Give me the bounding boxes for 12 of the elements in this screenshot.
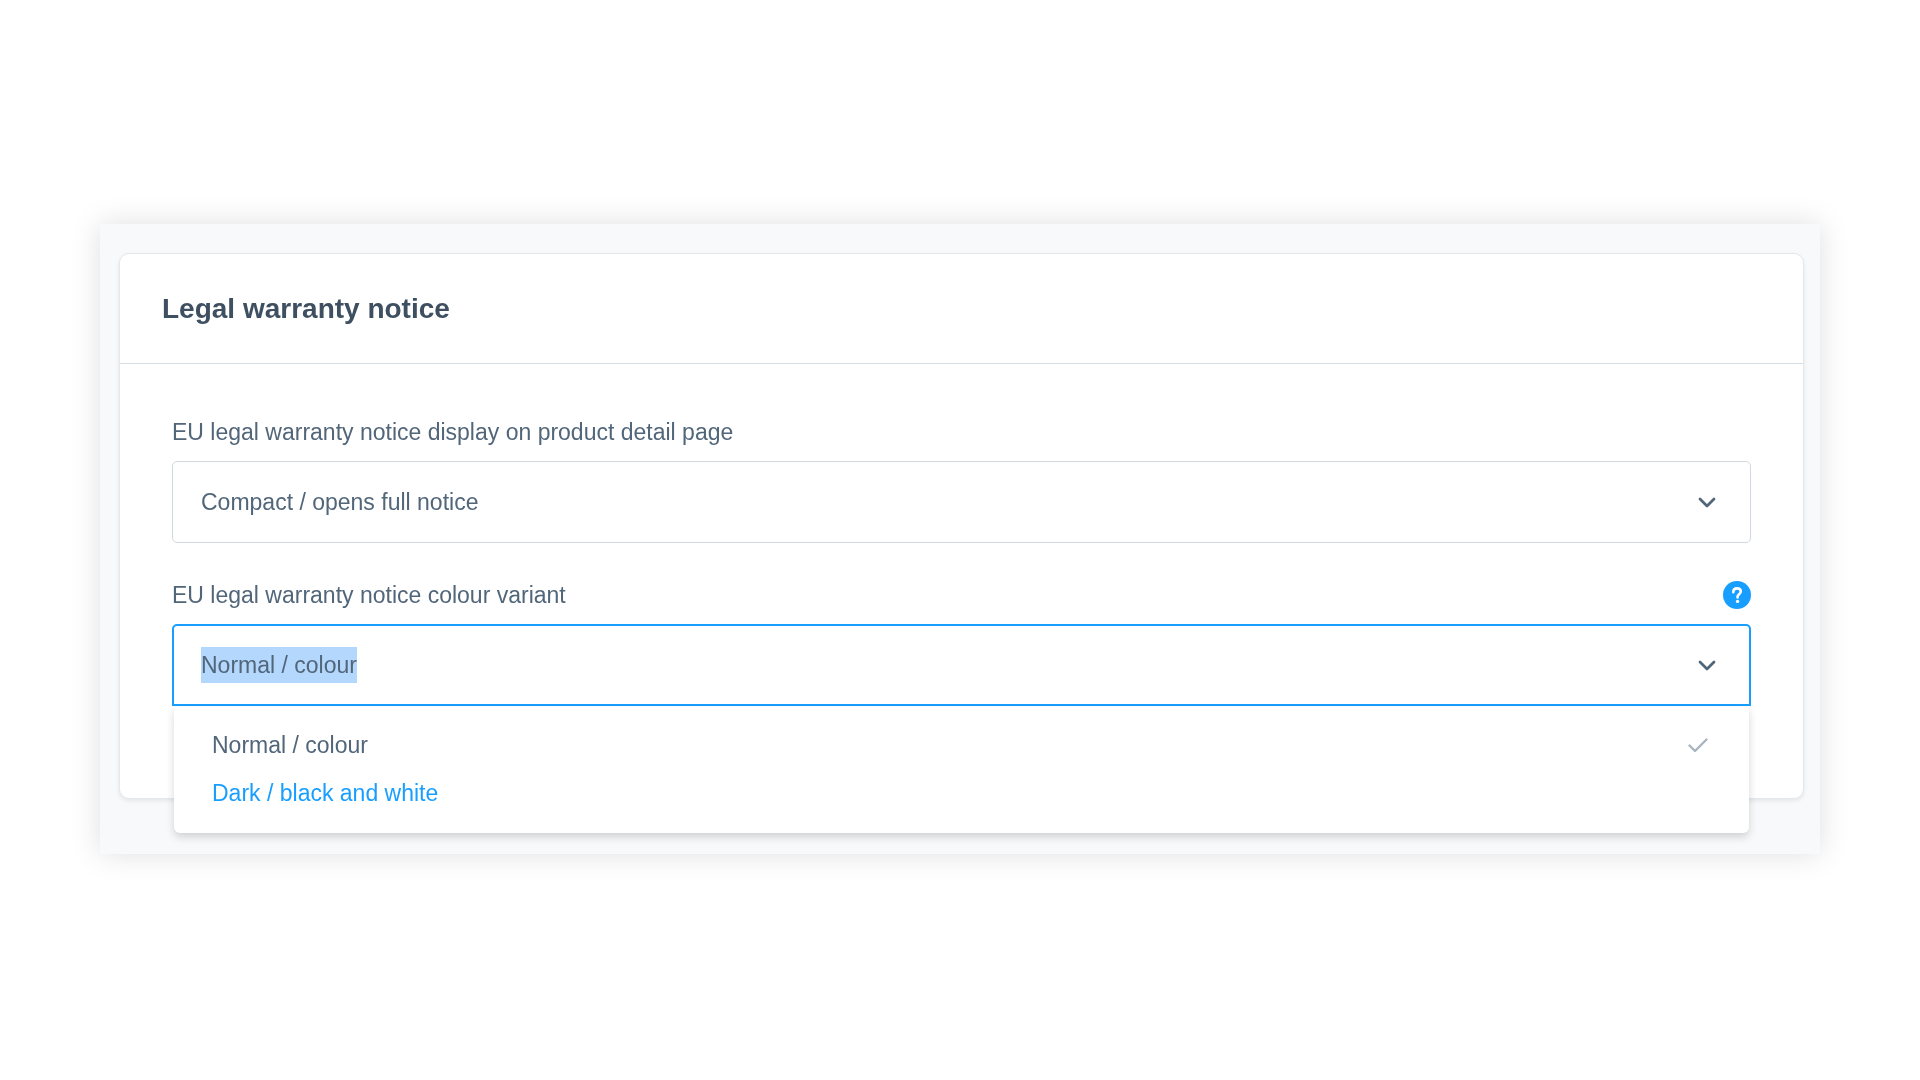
checkmark-icon	[1688, 737, 1708, 753]
help-icon[interactable]	[1723, 581, 1751, 609]
card-title: Legal warranty notice	[162, 292, 450, 325]
chevron-down-icon	[1698, 496, 1716, 508]
dropdown-option[interactable]: Normal / colour	[174, 721, 1749, 769]
select-value: Compact / opens full notice	[201, 488, 479, 517]
chevron-down-icon	[1698, 659, 1716, 671]
dropdown-select[interactable]: Normal / colour	[172, 624, 1751, 706]
field-label: EU legal warranty notice display on product detail page	[172, 418, 734, 446]
field-label: EU legal warranty notice colour variant	[172, 581, 566, 609]
select-value: Normal / colour	[201, 647, 357, 683]
dropdown-select[interactable]: Compact / opens full notice	[172, 461, 1751, 543]
